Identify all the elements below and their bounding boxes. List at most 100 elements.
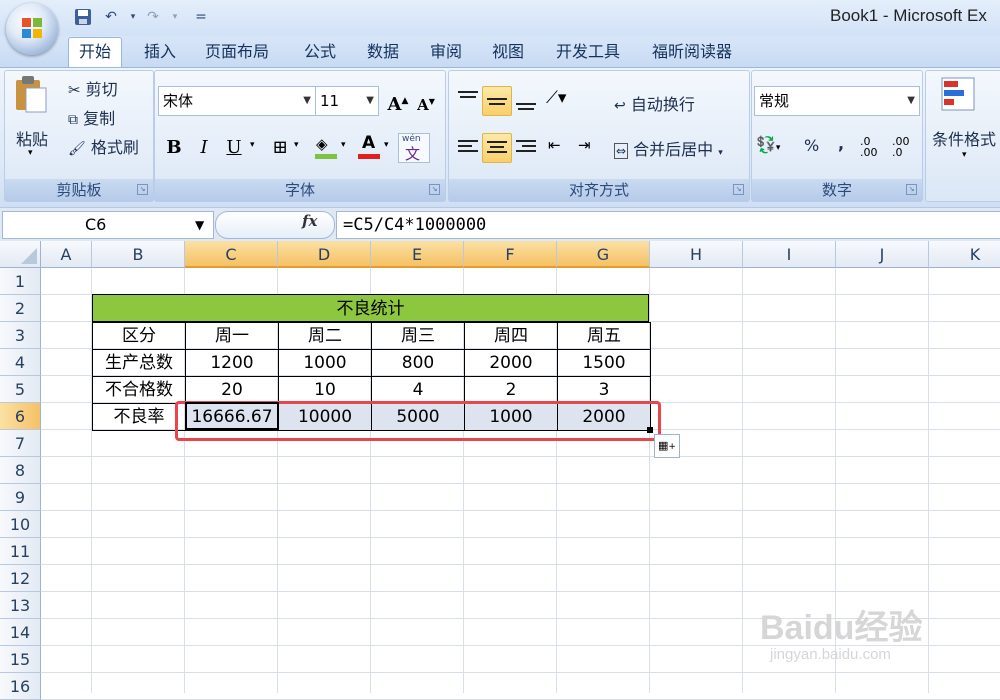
row-header-14[interactable]: 14: [0, 619, 41, 646]
clipboard-launcher-icon[interactable]: ↘: [137, 184, 148, 195]
row-header-15[interactable]: 15: [0, 646, 41, 673]
fill-color-button[interactable]: ◈: [312, 133, 340, 161]
table-header-cell[interactable]: 周五: [557, 322, 651, 350]
tab-page-layout[interactable]: 页面布局: [203, 38, 271, 66]
row-header-9[interactable]: 9: [0, 484, 41, 511]
font-size-combo[interactable]: 11 ▼: [315, 86, 379, 116]
align-bottom-icon[interactable]: [512, 86, 540, 114]
align-top-icon[interactable]: [454, 86, 482, 114]
row-header-4[interactable]: 4: [0, 349, 41, 376]
align-right-icon[interactable]: [512, 133, 540, 161]
paste-button[interactable]: 粘贴 ▾: [12, 74, 56, 164]
column-header-j[interactable]: J: [836, 241, 929, 268]
alignment-launcher-icon[interactable]: ↘: [733, 184, 744, 195]
tab-insert[interactable]: 插入: [142, 38, 178, 66]
align-left-icon[interactable]: [454, 133, 482, 161]
row-header-11[interactable]: 11: [0, 538, 41, 565]
redo-icon[interactable]: ↷: [142, 6, 164, 28]
column-header-h[interactable]: H: [650, 241, 743, 268]
column-header-b[interactable]: B: [92, 241, 185, 268]
row-header-16[interactable]: 16: [0, 673, 41, 700]
increase-indent-icon[interactable]: ⇥: [578, 136, 591, 154]
row-header-10[interactable]: 10: [0, 511, 41, 538]
tab-review[interactable]: 审阅: [428, 38, 464, 66]
align-center-icon[interactable]: [482, 133, 512, 163]
column-header-a[interactable]: A: [41, 241, 92, 268]
bold-button[interactable]: B: [160, 133, 188, 163]
tab-data[interactable]: 数据: [365, 38, 401, 66]
phonetic-button[interactable]: wén 文: [398, 133, 430, 163]
align-middle-icon[interactable]: [482, 86, 512, 116]
row-header-8[interactable]: 8: [0, 457, 41, 484]
table-cell[interactable]: 800: [371, 349, 465, 377]
percent-button[interactable]: %: [804, 136, 819, 155]
name-box[interactable]: C6 ▼: [2, 211, 214, 239]
auto-fill-options-icon[interactable]: ▦+: [654, 434, 680, 458]
increase-decimal-button[interactable]: .0 .00: [860, 136, 886, 158]
table-cell[interactable]: 1200: [185, 349, 279, 377]
currency-icon[interactable]: 💱▾: [756, 135, 780, 154]
cut-button[interactable]: ✂ 剪切: [68, 76, 118, 100]
table-cell[interactable]: 2: [464, 376, 558, 404]
select-all-button[interactable]: [0, 241, 41, 268]
tab-view[interactable]: 视图: [490, 38, 526, 66]
table-header-cell[interactable]: 周三: [371, 322, 465, 350]
save-icon[interactable]: [72, 6, 94, 28]
row-header-5[interactable]: 5: [0, 376, 41, 403]
undo-dropdown-icon[interactable]: ▾: [122, 6, 144, 28]
conditional-formatting-button[interactable]: 条件格式: [932, 126, 996, 150]
column-header-c[interactable]: C: [185, 241, 278, 268]
shrink-font-button[interactable]: A▼: [412, 86, 440, 116]
table-cell[interactable]: 20: [185, 376, 279, 404]
tab-home[interactable]: 开始: [68, 37, 123, 69]
redo-dropdown-icon[interactable]: ▾: [164, 6, 186, 28]
column-header-k[interactable]: K: [929, 241, 1000, 268]
underline-dropdown-icon[interactable]: ▾: [250, 140, 255, 150]
table-cell[interactable]: 1000: [278, 349, 372, 377]
table-header-cell[interactable]: 周一: [185, 322, 279, 350]
row-header-3[interactable]: 3: [0, 322, 41, 349]
undo-icon[interactable]: ↶: [100, 6, 122, 28]
column-header-d[interactable]: D: [278, 241, 371, 268]
table-header-cell[interactable]: 周二: [278, 322, 372, 350]
tab-developer[interactable]: 开发工具: [554, 38, 622, 66]
row-label-cell[interactable]: 不良率: [92, 403, 186, 431]
row-header-12[interactable]: 12: [0, 565, 41, 592]
column-header-f[interactable]: F: [464, 241, 557, 268]
font-launcher-icon[interactable]: ↘: [429, 184, 440, 195]
number-launcher-icon[interactable]: ↘: [906, 184, 917, 195]
insert-function-button[interactable]: fx: [302, 212, 317, 230]
wrap-text-button[interactable]: ↩ 自动换行: [614, 91, 695, 115]
font-color-button[interactable]: A: [355, 133, 383, 161]
borders-dropdown-icon[interactable]: ▾: [294, 140, 299, 150]
table-cell[interactable]: 1500: [557, 349, 651, 377]
table-header-cell[interactable]: 周四: [464, 322, 558, 350]
font-color-dropdown-icon[interactable]: ▾: [384, 140, 389, 150]
font-name-combo[interactable]: 宋体 ▼: [158, 86, 316, 116]
comma-button[interactable]: ,: [838, 134, 844, 153]
tab-foxit-reader[interactable]: 福昕阅读器: [650, 38, 734, 66]
row-label-cell[interactable]: 生产总数: [92, 349, 186, 377]
table-cell[interactable]: 4: [371, 376, 465, 404]
row-header-2[interactable]: 2: [0, 295, 41, 322]
merge-center-button[interactable]: ⇔ 合并后居中 ▾: [614, 136, 723, 160]
formula-input[interactable]: =C5/C4*1000000: [336, 211, 1000, 239]
row-header-13[interactable]: 13: [0, 592, 41, 619]
number-format-combo[interactable]: 常规 ▼: [754, 86, 920, 116]
table-header-cell[interactable]: 区分: [92, 322, 186, 350]
table-cell[interactable]: 3: [557, 376, 651, 404]
office-button[interactable]: [6, 3, 58, 55]
row-label-cell[interactable]: 不合格数: [92, 376, 186, 404]
table-cell[interactable]: 2000: [464, 349, 558, 377]
customize-qat-button[interactable]: =: [190, 6, 212, 28]
grow-font-button[interactable]: A▲: [384, 86, 412, 116]
fill-color-dropdown-icon[interactable]: ▾: [341, 140, 346, 150]
row-header-1[interactable]: 1: [0, 268, 41, 295]
decrease-indent-icon[interactable]: ⇤: [548, 136, 561, 154]
column-header-e[interactable]: E: [371, 241, 464, 268]
orientation-icon[interactable]: ⟋▾: [546, 88, 566, 108]
row-header-6[interactable]: 6: [0, 403, 41, 430]
table-title-cell[interactable]: 不良统计: [92, 294, 649, 322]
column-header-i[interactable]: I: [743, 241, 836, 268]
format-painter-button[interactable]: 🖌 格式刷: [68, 134, 139, 158]
